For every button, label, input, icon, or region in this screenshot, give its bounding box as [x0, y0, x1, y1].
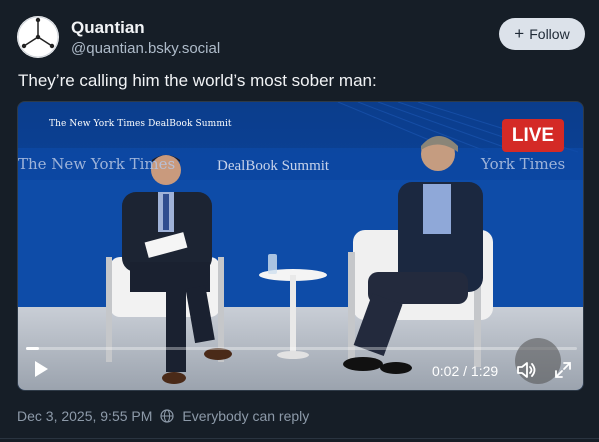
banner-text-right: York Times — [481, 155, 566, 173]
play-icon — [35, 361, 48, 377]
follow-button[interactable]: + Follow — [499, 18, 585, 50]
banner-text-center: DealBook Summit — [217, 158, 330, 174]
video-player[interactable]: The New York Times DealBook Summit The N… — [17, 101, 584, 391]
reply-setting: Everybody can reply — [182, 408, 310, 424]
quantian-logo-icon — [17, 16, 59, 58]
post-text: They’re calling him the world’s most sob… — [18, 71, 377, 90]
nyt-dealbook-logo: The New York Times DealBook Summit — [49, 119, 232, 129]
fullscreen-button[interactable] — [554, 361, 572, 379]
time-display: 0:02 / 1:29 — [432, 363, 499, 379]
fullscreen-icon — [555, 362, 571, 378]
play-button[interactable] — [32, 360, 50, 378]
divider — [0, 438, 599, 439]
plus-icon: + — [514, 24, 525, 43]
progress-fill — [26, 347, 39, 350]
post-timestamp[interactable]: Dec 3, 2025, 9:55 PM — [17, 408, 152, 424]
live-badge: LIVE — [502, 119, 564, 152]
post-footer: Dec 3, 2025, 9:55 PM Everybody can reply — [17, 408, 309, 424]
author-display-name[interactable]: Quantian — [71, 18, 145, 38]
speaker-muted-icon — [517, 362, 536, 378]
post-card: Quantian @quantian.bsky.social + Follow … — [0, 0, 599, 442]
author-avatar[interactable] — [17, 16, 59, 58]
progress-bar[interactable] — [26, 347, 577, 350]
banner-text-left: The New York Times — [18, 155, 176, 173]
mute-button[interactable] — [516, 359, 538, 381]
globe-icon — [160, 409, 175, 423]
author-handle[interactable]: @quantian.bsky.social — [71, 40, 220, 57]
follow-button-label: Follow — [529, 26, 570, 42]
